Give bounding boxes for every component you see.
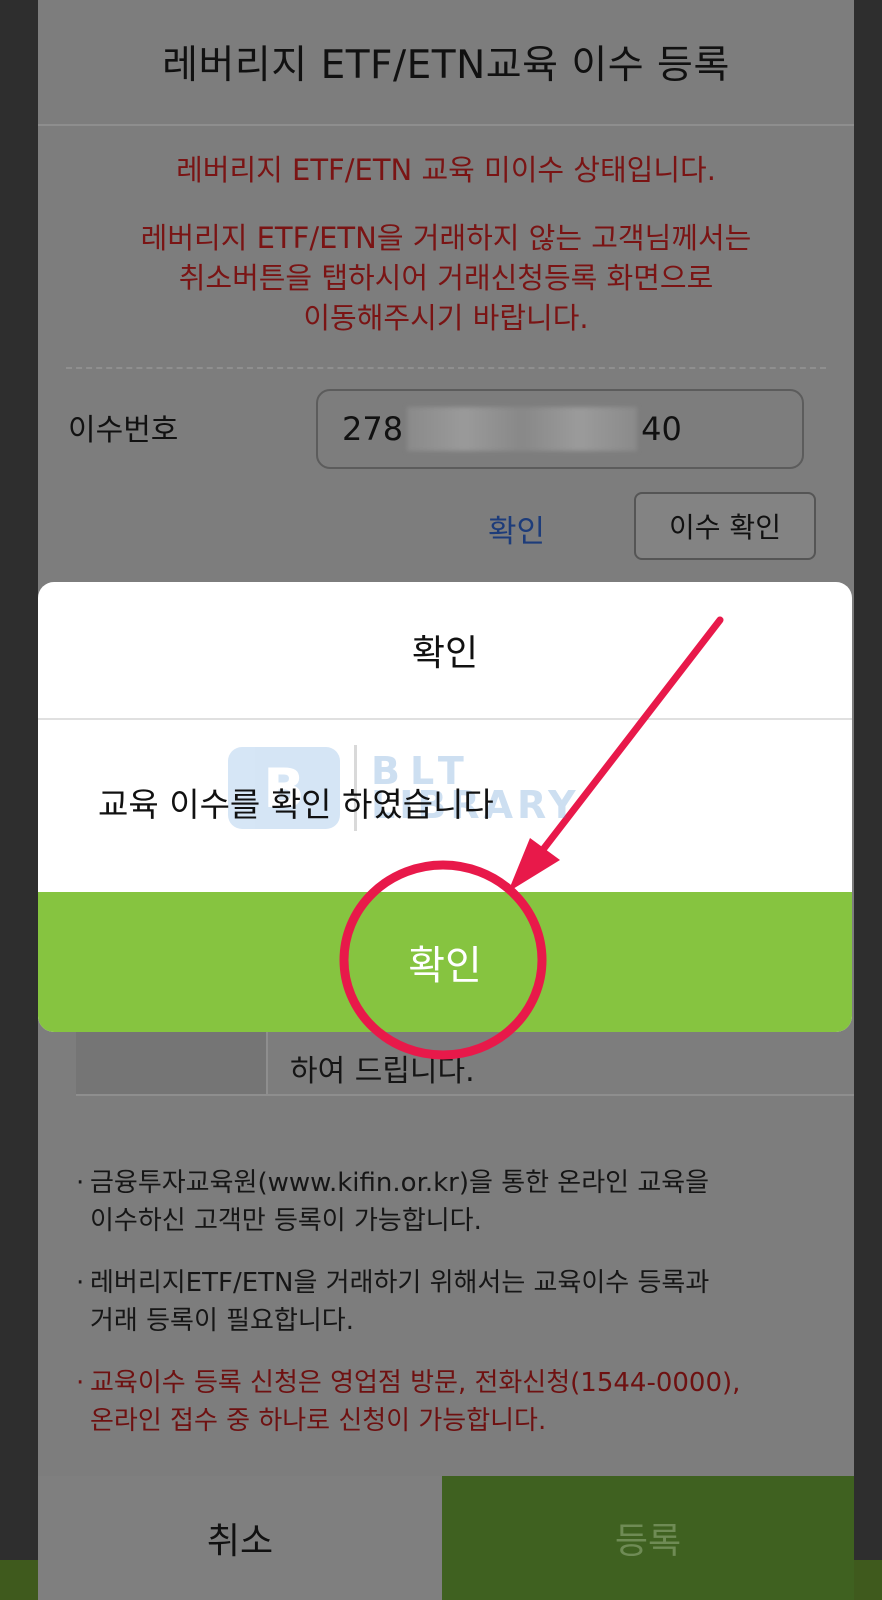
table-divider [76, 1094, 854, 1096]
divider [38, 718, 852, 720]
note-text: 레버리지ETF/ETN을 거래하기 위해서는 교육이수 등록과 [90, 1268, 710, 1298]
confirm-link[interactable]: 확인 [488, 506, 545, 551]
warning-line-3: 이동해주시기 바랍니다. [303, 301, 589, 335]
note-item: · 레버리지ETF/ETN을 거래하기 위해서는 교육이수 등록과 거래 등록이 … [76, 1264, 836, 1340]
confirm-dialog: 확인 B BLT LIBRARY 교육 이수를 확인 하였습니다 확인 [38, 582, 852, 1032]
register-button[interactable]: 등록 [442, 1476, 854, 1600]
note-item: · 금융투자교육원(www.kifin.or.kr)을 통한 온라인 교육을 이수… [76, 1164, 836, 1240]
check-completion-button[interactable]: 이수 확인 [634, 492, 816, 560]
cert-number-suffix: 40 [641, 410, 682, 448]
note-text: 금융투자교육원(www.kifin.or.kr)을 통한 온라인 교육을 [90, 1168, 710, 1198]
background-app-right [854, 0, 882, 1600]
dialog-message: 교육 이수를 확인 하였습니다 [98, 785, 494, 824]
cert-number-input[interactable]: 278 40 [316, 389, 804, 469]
note-item-highlight: · 교육이수 등록 신청은 영업점 방문, 전화신청(1544-0000), 온라… [76, 1364, 836, 1440]
cancel-button[interactable]: 취소 [38, 1476, 442, 1600]
background-app-left [0, 0, 38, 1600]
note-text: 교육이수 등록 신청은 영업점 방문, 전화신청(1544-0000), [90, 1368, 741, 1398]
note-bullet: · [76, 1368, 85, 1398]
note-text: 거래 등록이 필요합니다. [90, 1306, 354, 1336]
warning-message: 레버리지 ETF/ETN을 거래하지 않는 고객님께서는 취소버튼을 탭하시어 … [38, 218, 854, 338]
warning-status: 레버리지 ETF/ETN 교육 미이수 상태입니다. [176, 153, 716, 187]
masked-digits [407, 407, 638, 451]
note-text: 온라인 접수 중 하나로 신청이 가능합니다. [90, 1406, 547, 1436]
warning-line-1: 레버리지 ETF/ETN을 거래하지 않는 고객님께서는 [140, 221, 752, 255]
cert-number-label: 이수번호 [68, 413, 179, 448]
sheet-title: 레버리지 ETF/ETN교육 이수 등록 [162, 43, 730, 88]
warning-line-2: 취소버튼을 탭하시어 거래신청등록 화면으로 [178, 261, 714, 295]
cert-number-prefix: 278 [342, 410, 404, 448]
note-bullet: · [76, 1168, 85, 1198]
note-bullet: · [76, 1268, 85, 1298]
dashed-divider [66, 367, 826, 369]
divider [38, 124, 854, 126]
dialog-ok-button[interactable]: 확인 [38, 892, 852, 1032]
dialog-title: 확인 [411, 633, 479, 674]
table-header-cell [76, 1030, 268, 1094]
note-text: 이수하신 고객만 등록이 가능합니다. [90, 1206, 482, 1236]
table-cell-text: 하여 드립니다. [290, 1054, 475, 1089]
